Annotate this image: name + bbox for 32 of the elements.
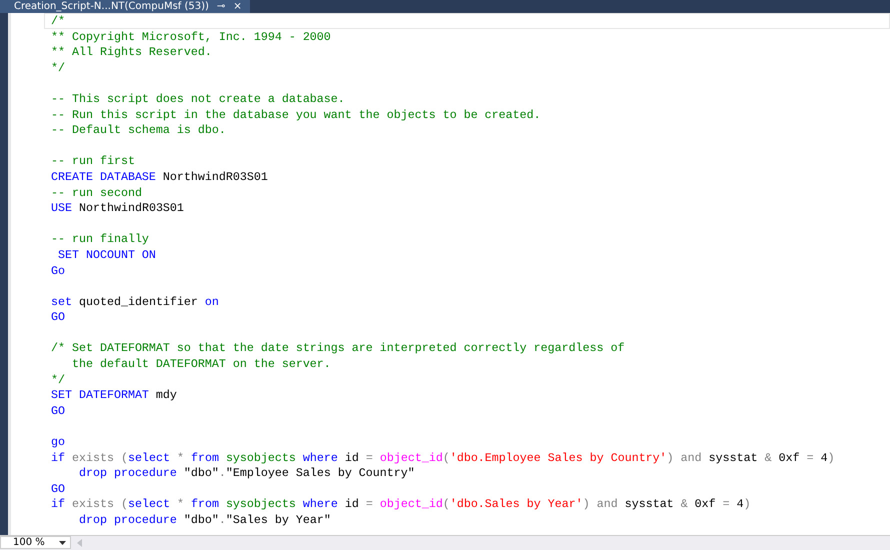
code-line: ** All Rights Reserved. xyxy=(50,44,213,60)
code-line: set quoted_identifier on xyxy=(50,294,220,310)
code-line: */ xyxy=(50,60,66,76)
code-line: -- This script does not create a database. xyxy=(50,90,346,107)
code-line: -- run finally xyxy=(50,231,150,247)
code-line: GO xyxy=(50,480,66,496)
code-line: -- Run this script in the database you want the objects to be created. xyxy=(50,106,542,122)
code-line: -- run second xyxy=(50,184,143,200)
code-line: GO xyxy=(50,309,66,325)
document-tab[interactable]: Creation_Script-N...NT(CompuMsf (53)) ⊸ × xyxy=(0,0,250,13)
caret-icon xyxy=(58,540,66,544)
code-line: Go xyxy=(50,262,66,278)
pin-icon[interactable]: ⊸ xyxy=(216,0,226,13)
code-line: GO xyxy=(50,402,66,418)
code-line: if exists (select * from sysobjects where id = object_id('dbo.Employee Sales by Country') and sysstat & 0xf = 4) xyxy=(50,450,836,466)
scroll-left-icon[interactable] xyxy=(76,539,82,547)
code-line: drop procedure "dbo"."Sales by Year" xyxy=(78,512,332,528)
code-line: go xyxy=(50,434,66,450)
close-icon[interactable]: × xyxy=(233,0,242,13)
code-line: ** Copyright Microsoft, Inc. 1994 - 2000 xyxy=(50,28,332,44)
zoom-dropdown[interactable]: 100 % xyxy=(0,536,71,549)
code-line: SET DATEFORMAT mdy xyxy=(50,387,178,403)
code-line: the default DATEFORMAT on the server. xyxy=(70,356,332,372)
code-line: if exists (select * from sysobjects where id = object_id('dbo.Sales by Year') and sysstat & 0xf = 4) xyxy=(50,496,752,512)
code-line: SET NOCOUNT ON xyxy=(56,246,157,262)
code-line: drop procedure "dbo"."Employee Sales by Country" xyxy=(78,465,416,481)
code-line: USE NorthwindR03S01 xyxy=(50,200,185,216)
code-line: */ xyxy=(50,372,66,388)
code-line: /* Set DATEFORMAT so that the date strings are interpreted correctly regardless of xyxy=(50,340,626,356)
code-line: CREATE DATABASE NorthwindR03S01 xyxy=(50,168,269,185)
code-line: -- run first xyxy=(50,153,136,169)
code-line: -- Default schema is dbo. xyxy=(50,122,227,138)
